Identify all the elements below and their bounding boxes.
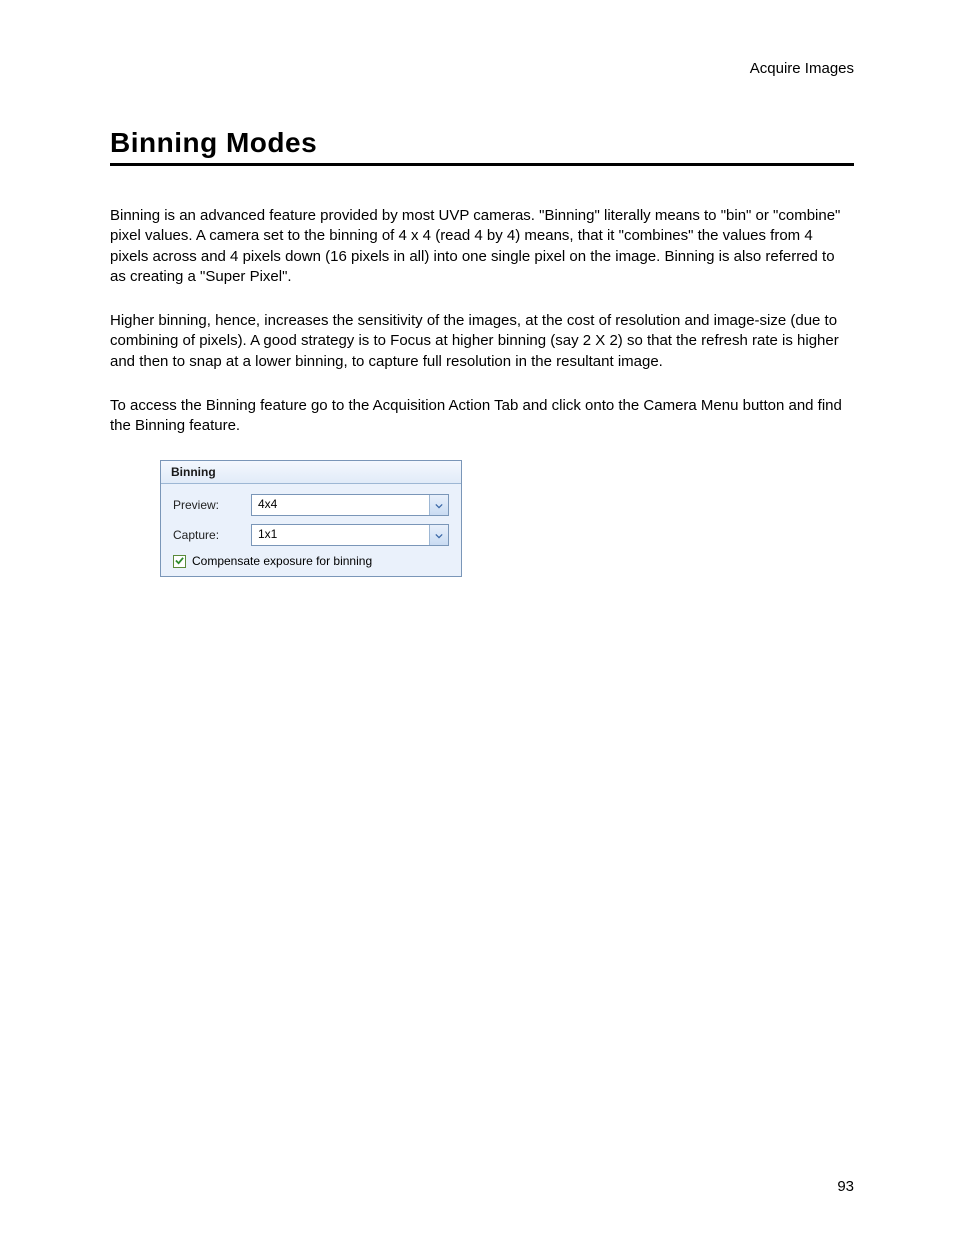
chevron-down-icon [435, 498, 443, 512]
body-paragraph-1: Binning is an advanced feature provided … [110, 206, 854, 287]
compensate-label: Compensate exposure for binning [192, 554, 372, 568]
section-rule [110, 163, 854, 166]
body-paragraph-3: To access the Binning feature go to the … [110, 396, 854, 437]
compensate-row: Compensate exposure for binning [173, 554, 449, 568]
capture-row: Capture: 1x1 [173, 524, 449, 546]
compensate-checkbox[interactable] [173, 555, 186, 568]
page-number: 93 [837, 1178, 854, 1195]
capture-combo-button[interactable] [429, 525, 448, 545]
binning-panel-title: Binning [171, 465, 216, 479]
preview-combo-button[interactable] [429, 495, 448, 515]
capture-label: Capture: [173, 528, 251, 542]
preview-label: Preview: [173, 498, 251, 512]
breadcrumb: Acquire Images [110, 60, 854, 77]
preview-combo-value: 4x4 [252, 495, 429, 515]
section-title: Binning Modes [110, 127, 854, 159]
chevron-down-icon [435, 528, 443, 542]
capture-combo[interactable]: 1x1 [251, 524, 449, 546]
binning-panel: Binning Preview: 4x4 Capture: [160, 460, 462, 577]
preview-row: Preview: 4x4 [173, 494, 449, 516]
capture-combo-value: 1x1 [252, 525, 429, 545]
check-icon [175, 554, 184, 568]
binning-panel-body: Preview: 4x4 Capture: 1x1 [161, 484, 461, 576]
body-paragraph-2: Higher binning, hence, increases the sen… [110, 311, 854, 372]
binning-panel-header[interactable]: Binning [161, 461, 461, 484]
preview-combo[interactable]: 4x4 [251, 494, 449, 516]
